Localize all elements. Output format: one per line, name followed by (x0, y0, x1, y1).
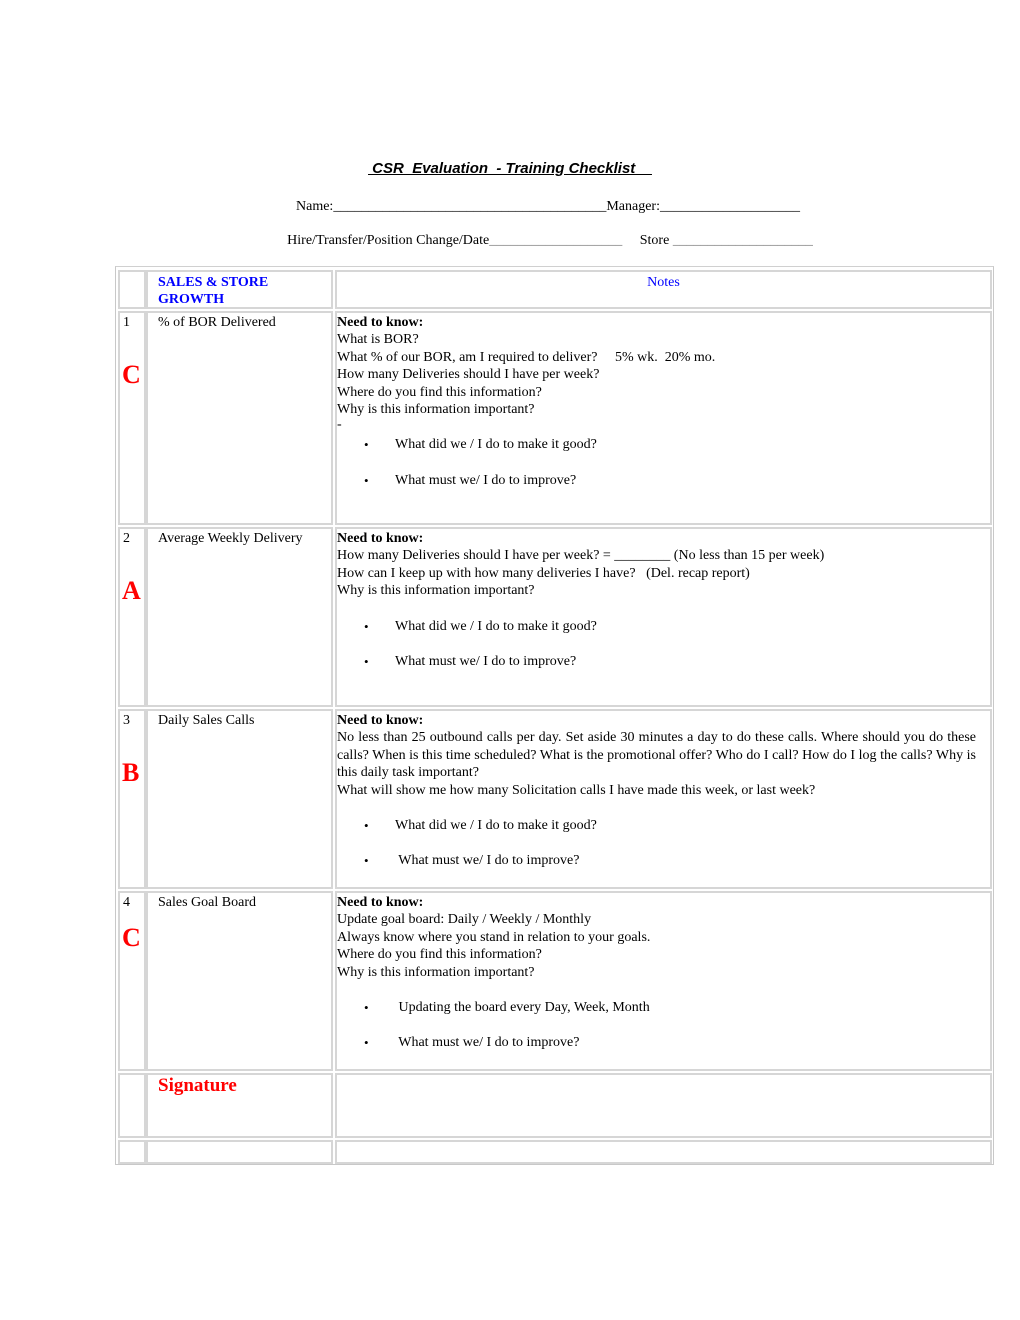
note-line: What will show me how many Solicitation … (337, 782, 816, 798)
name-manager-line: Name:___________________________________… (0, 199, 1020, 215)
row-2-notes-cell[interactable]: Need to know: How many Deliveries should… (335, 527, 992, 707)
notes-header: Notes (647, 275, 680, 290)
dash-mark: - (337, 417, 342, 433)
note-line: How many Deliveries should I have per we… (337, 367, 600, 383)
note-line: How many Deliveries should I have per we… (337, 548, 825, 564)
grade-letter: C (122, 360, 141, 389)
row-1-number-cell: 1 C (118, 311, 146, 525)
row-3-notes-cell[interactable]: Need to know: No less than 25 outbound c… (335, 709, 992, 889)
bullet-item: What must we/ I do to improve? (337, 653, 986, 671)
row-2-number-cell: 2 A (118, 527, 146, 707)
bullet-item: What must we/ I do to improve? (337, 1034, 986, 1052)
grade-letter: A (122, 576, 141, 605)
row-3-number-cell: 3 B (118, 709, 146, 889)
bullet-item: Updating the board every Day, Week, Mont… (337, 999, 986, 1017)
hire-label: Hire/Transfer/Position Change/Date (287, 233, 490, 248)
hire-store-line: Hire/Transfer/Position Change/Date______… (0, 233, 1020, 249)
row-number: 4 (123, 895, 130, 910)
signature-label: Signature (158, 1075, 237, 1096)
row-topic: Average Weekly Delivery (158, 531, 303, 546)
bullet-item: What must we/ I do to improve? (337, 472, 986, 490)
row-number: 2 (123, 531, 130, 546)
need-to-know-label: Need to know: (337, 531, 424, 546)
empty-notes-cell[interactable] (335, 1140, 992, 1164)
header-section-cell: SALES & STORE GROWTH (146, 270, 333, 309)
signature-number-cell (118, 1073, 146, 1138)
name-label: Name: (296, 199, 334, 214)
empty-topic-cell (146, 1140, 333, 1164)
row-4-number-cell: 4 C (118, 891, 146, 1071)
store-field[interactable]: ____________________ (673, 233, 813, 248)
row-notes: Need to know: Update goal board: Daily /… (337, 893, 990, 1052)
manager-field[interactable]: ____________________ (660, 199, 800, 214)
row-4-topic-cell: Sales Goal Board (146, 891, 333, 1071)
row-notes: Need to know: No less than 25 outbound c… (337, 711, 990, 870)
bullet-item: What must we/ I do to improve? (337, 852, 976, 870)
note-line: Why is this information important? (337, 583, 535, 599)
row-notes: Need to know: What is BOR? What % of our… (337, 313, 990, 490)
hire-date-field[interactable]: ___________________ (489, 233, 622, 248)
row-topic: Daily Sales Calls (158, 713, 255, 728)
row-1-notes-cell[interactable]: Need to know: What is BOR? What % of our… (335, 311, 992, 525)
grade-letter: C (122, 923, 141, 952)
note-line: What % of our BOR, am I required to deli… (337, 349, 716, 365)
signature-field[interactable] (335, 1073, 992, 1138)
empty-number-cell (118, 1140, 146, 1164)
need-to-know-label: Need to know: (337, 895, 424, 910)
name-field[interactable]: _______________________________________ (333, 199, 606, 214)
row-topic: Sales Goal Board (158, 895, 256, 910)
note-line: No less than 25 outbound calls per day. … (337, 730, 976, 781)
row-1-topic-cell: % of BOR Delivered (146, 311, 333, 525)
header-notes-cell: Notes (335, 270, 992, 309)
note-line: Why is this information important? (337, 964, 535, 980)
bullet-item: What did we / I do to make it good? (337, 436, 986, 454)
section-header: SALES & STORE GROWTH (158, 275, 269, 307)
note-line: Always know where you stand in relation … (337, 929, 651, 945)
header-number-cell (118, 270, 146, 309)
document-title: CSR Evaluation - Training Checklist (368, 160, 652, 177)
note-line: Why is this information important? (337, 402, 535, 418)
row-topic: % of BOR Delivered (158, 315, 276, 330)
bullet-item: What did we / I do to make it good? (337, 817, 976, 835)
bullet-item: What did we / I do to make it good? (337, 618, 986, 636)
row-notes: Need to know: How many Deliveries should… (337, 529, 990, 671)
store-label: Store (639, 233, 670, 248)
note-line: Where do you find this information? (337, 384, 542, 400)
row-4-notes-cell[interactable]: Need to know: Update goal board: Daily /… (335, 891, 992, 1071)
manager-label: Manager: (606, 199, 660, 214)
need-to-know-label: Need to know: (337, 713, 424, 728)
note-line: Update goal board: Daily / Weekly / Mont… (337, 912, 592, 928)
row-number: 1 (123, 315, 130, 330)
note-line: What is BOR? (337, 332, 419, 348)
row-2-topic-cell: Average Weekly Delivery (146, 527, 333, 707)
note-line: Where do you find this information? (337, 947, 542, 963)
row-number: 3 (123, 713, 130, 728)
grade-letter: B (122, 758, 140, 787)
need-to-know-label: Need to know: (337, 315, 424, 330)
signature-label-cell: Signature (146, 1073, 333, 1138)
note-line: How can I keep up with how many deliveri… (337, 565, 750, 581)
row-3-topic-cell: Daily Sales Calls (146, 709, 333, 889)
